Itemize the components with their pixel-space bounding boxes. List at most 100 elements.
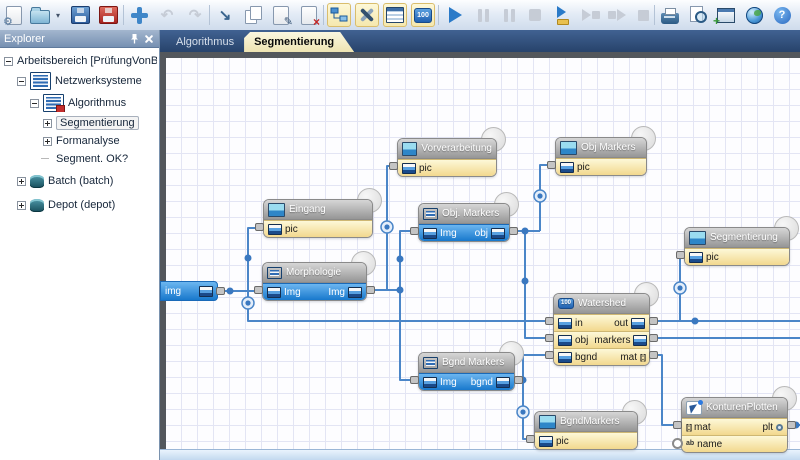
view-values-toggle[interactable]: 100 (411, 3, 435, 27)
run-button[interactable] (443, 3, 467, 27)
node-segmentierung[interactable]: Segmentierung pic (684, 227, 790, 266)
pin-button[interactable] (127, 32, 141, 45)
flowchart-canvas[interactable]: img Eingang pic Vorverarbeitung pic (160, 52, 800, 460)
node-eingang[interactable]: Eingang pic (263, 199, 373, 238)
junction-ring[interactable] (381, 221, 393, 233)
node-header[interactable]: KonturenPlotten (682, 398, 787, 418)
tree-item-batch[interactable]: Batch (batch) (2, 172, 157, 190)
step-pause-button[interactable] (471, 3, 495, 27)
node-konturen-plotten[interactable]: KonturenPlotten [:]matplt abname (681, 397, 788, 453)
tree-item-algorithmus[interactable]: Algorithmus (2, 94, 157, 112)
port-row[interactable]: Imgobj (419, 224, 509, 241)
open-dropdown-button[interactable]: ▾ (52, 3, 64, 27)
port[interactable] (216, 287, 225, 295)
expand-icon[interactable] (43, 137, 52, 146)
node-header[interactable]: 100Watershed (554, 294, 649, 314)
step-over-button[interactable] (579, 3, 603, 27)
port[interactable] (254, 286, 263, 294)
port-row[interactable]: pic (535, 432, 637, 449)
tree-item-depot[interactable]: Depot (depot) (2, 196, 157, 214)
node-header[interactable]: Vorverarbeitung (398, 139, 496, 159)
node-vorverarbeitung[interactable]: Vorverarbeitung pic (397, 138, 497, 177)
tab-segmentierung[interactable]: Segmentierung (244, 32, 354, 52)
tree-item-arbeitsbereich[interactable]: Arbeitsbereich [PrüfungVonBieget (2, 54, 157, 68)
port[interactable] (410, 376, 419, 384)
port-row[interactable]: ImgImg (263, 283, 366, 300)
print-preview-button[interactable] (686, 3, 710, 27)
junction-ring[interactable] (674, 282, 686, 294)
node-header[interactable]: Obj. Markers (419, 204, 509, 224)
tree-item-segmentierung[interactable]: Segmentierung (2, 116, 157, 130)
port-row[interactable]: inout (554, 314, 649, 331)
port-row[interactable]: abname (682, 435, 787, 452)
port[interactable] (649, 351, 658, 359)
port-row[interactable]: [:]matplt (682, 418, 787, 435)
tree-item-formanalyse[interactable]: Formanalyse (2, 134, 157, 148)
view-form-toggle[interactable] (383, 3, 407, 27)
junction-ring[interactable] (534, 190, 546, 202)
port[interactable] (649, 317, 658, 325)
port[interactable] (255, 223, 264, 231)
step-out-button[interactable] (631, 3, 655, 27)
node-header[interactable]: Eingang (264, 200, 372, 220)
port[interactable] (673, 421, 682, 429)
port-row[interactable]: pic (685, 248, 789, 265)
expand-icon[interactable] (43, 119, 52, 128)
node-header[interactable]: Bgnd Markers (419, 353, 514, 373)
add-button[interactable] (127, 3, 151, 27)
close-panel-button[interactable] (141, 32, 155, 45)
node-header[interactable]: Obj Markers (556, 138, 646, 158)
run-to-button[interactable] (551, 3, 575, 27)
port[interactable] (545, 351, 554, 359)
node-watershed[interactable]: 100Watershed inout objmarkers bgndmat[:] (553, 293, 650, 366)
port[interactable] (389, 162, 398, 170)
port[interactable] (547, 161, 556, 169)
port[interactable] (545, 334, 554, 342)
delete-button[interactable]: × (297, 3, 321, 27)
new-window-button[interactable] (714, 3, 738, 27)
node-bgnd-markers-out[interactable]: BgndMarkers pic (534, 411, 638, 450)
connection-line[interactable] (651, 355, 674, 425)
save-all-button[interactable] (96, 3, 120, 27)
collapse-icon[interactable] (17, 77, 26, 86)
redo-button[interactable]: ↷ (183, 3, 207, 27)
node-header[interactable]: BgndMarkers (535, 412, 637, 432)
connection-line[interactable] (400, 290, 411, 380)
node-header[interactable]: Segmentierung (685, 228, 789, 248)
edit-button[interactable]: ✎ (269, 3, 293, 27)
port-row[interactable]: pic (556, 158, 646, 175)
node-header[interactable]: Morphologie (263, 263, 366, 283)
junction-ring[interactable] (517, 406, 529, 418)
pause-button[interactable] (497, 3, 521, 27)
expand-icon[interactable] (17, 177, 26, 186)
tree-item-netzwerksysteme[interactable]: Netzwerksysteme (2, 72, 157, 90)
new-file-button[interactable]: ⚙ (2, 3, 26, 27)
view-tools-toggle[interactable] (355, 3, 379, 27)
junction-dot[interactable] (397, 287, 404, 294)
port[interactable] (676, 251, 685, 259)
junction-dot[interactable] (245, 255, 252, 262)
print-button[interactable] (658, 3, 682, 27)
web-button[interactable] (742, 3, 766, 27)
port[interactable] (366, 286, 375, 294)
port-row[interactable]: pic (398, 159, 496, 176)
collapse-icon[interactable] (30, 99, 39, 108)
port[interactable] (787, 421, 796, 429)
expand-icon[interactable] (17, 201, 26, 210)
node-bgnd-markers[interactable]: Bgnd Markers Imgbgnd (418, 352, 515, 391)
open-button[interactable] (28, 3, 52, 27)
port-row[interactable]: bgndmat[:] (554, 348, 649, 365)
help-button[interactable]: ? (770, 3, 794, 27)
port[interactable] (526, 435, 535, 443)
duplicate-button[interactable] (241, 3, 265, 27)
junction-dot[interactable] (692, 318, 699, 325)
port-row[interactable]: objmarkers (554, 331, 649, 348)
port[interactable] (514, 376, 523, 384)
tree-item-segment-ok[interactable]: Segment. OK? (2, 152, 157, 166)
undo-button[interactable]: ↶ (155, 3, 179, 27)
junction-ring[interactable] (242, 297, 254, 309)
port-row[interactable]: pic (264, 220, 372, 237)
tab-algorithmus[interactable]: Algorithmus (166, 32, 244, 52)
port-row[interactable]: Imgbgnd (419, 373, 514, 390)
node-obj-markers-src[interactable]: Obj Markers pic (555, 137, 647, 176)
